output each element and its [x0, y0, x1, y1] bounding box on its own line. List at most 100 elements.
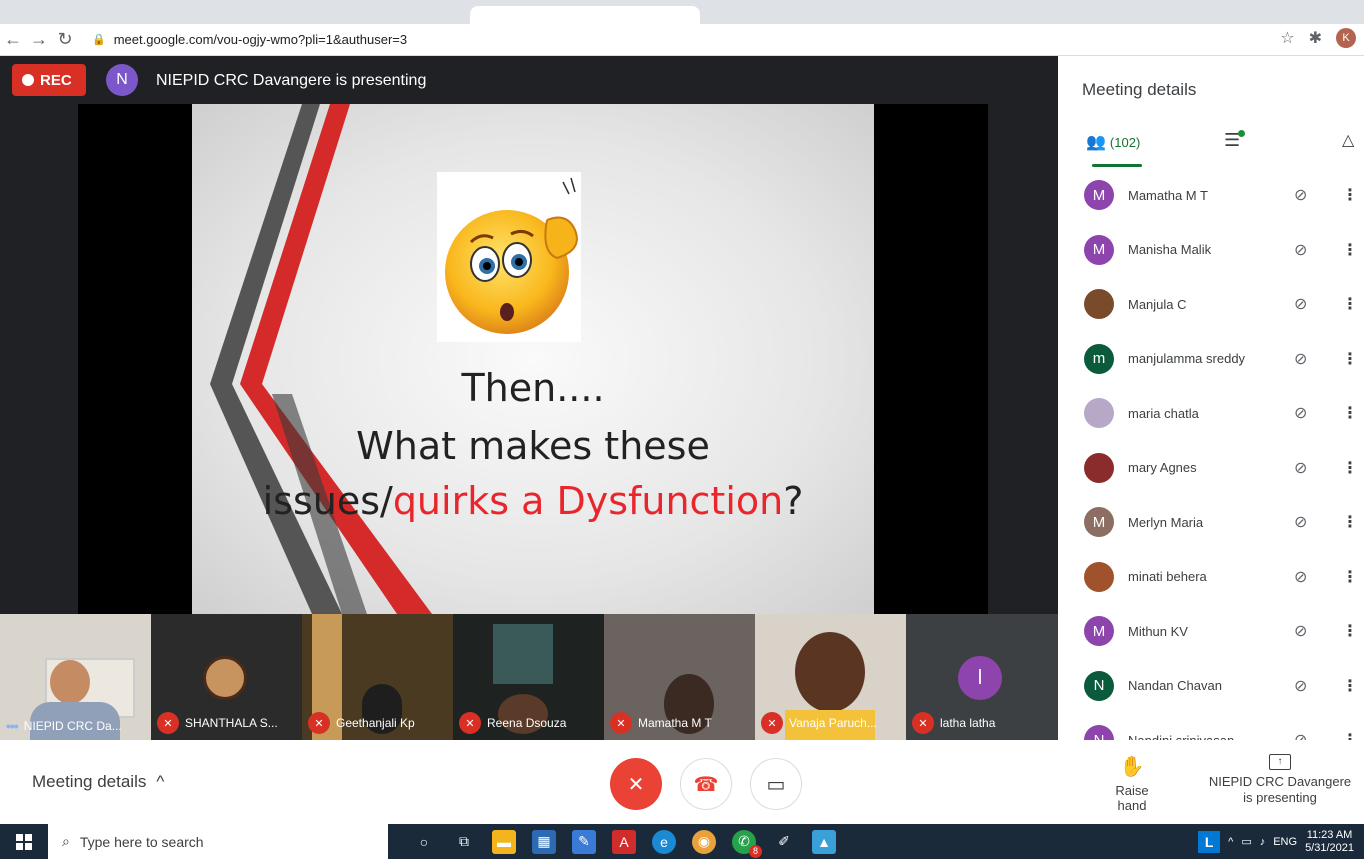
participant-tile[interactable]: ✕ SHANTHALA S...	[151, 614, 302, 740]
paint3d-icon[interactable]: ✐	[772, 830, 796, 854]
participant-tile[interactable]: ✕ Reena Dsouza	[453, 614, 604, 740]
avatar: N	[1084, 725, 1114, 740]
participant-list: M Mamatha M T ⊘ ⋮ M Manisha Malik ⊘ ⋮ Manjula C ⊘…	[1058, 168, 1364, 740]
raise-hand-button[interactable]: ✋ Raise hand	[1100, 754, 1164, 813]
presenter-avatar: N	[106, 64, 138, 96]
participant-name: mary Agnes	[1128, 460, 1197, 476]
mic-muted-icon: ⊘	[1294, 623, 1308, 641]
more-options-icon[interactable]: ⋮	[1342, 676, 1358, 696]
people-icon: 👥	[1086, 134, 1106, 151]
more-options-icon[interactable]: ⋮	[1342, 567, 1358, 587]
language-indicator[interactable]: ENG	[1273, 836, 1297, 848]
file-explorer-icon[interactable]: ▬	[492, 829, 516, 854]
muted-mic-icon: ✕	[912, 712, 934, 734]
participant-row[interactable]: m manjulamma sreddy ⊘ ⋮	[1058, 332, 1364, 387]
more-options-icon[interactable]: ⋮	[1342, 240, 1358, 260]
participant-row[interactable]: M Mamatha M T ⊘ ⋮	[1058, 168, 1364, 223]
reload-icon[interactable]: ↻	[52, 29, 78, 50]
avatar: M	[1084, 616, 1114, 647]
more-options-icon[interactable]: ⋮	[1342, 512, 1358, 532]
participant-row[interactable]: M Merlyn Maria ⊘ ⋮	[1058, 495, 1364, 550]
taskbar-search-box[interactable]: ⌕ Type here to search	[48, 824, 388, 859]
participant-row[interactable]: minati behera ⊘ ⋮	[1058, 550, 1364, 605]
back-icon[interactable]: ←	[0, 29, 26, 50]
mic-muted-icon: ⊘	[1294, 350, 1308, 368]
tile-label: ✕ Mamatha M T	[610, 712, 712, 734]
participant-tile[interactable]: l ✕ latha latha	[906, 614, 1058, 740]
tile-label: ✕ latha latha	[912, 712, 995, 734]
present-now-button[interactable]: ↑ NIEPID CRC Davangere is presenting	[1200, 752, 1360, 806]
volume-icon[interactable]: ♪	[1260, 836, 1266, 848]
browser-toolbar: ← → ↻ 🔒 meet.google.com/vou-ogjy-wmo?pli…	[0, 24, 1364, 56]
participant-row[interactable]: N Nandan Chavan ⊘ ⋮	[1058, 659, 1364, 714]
tile-name: Mamatha M T	[638, 716, 712, 730]
mic-toggle-button[interactable]: ✕	[610, 758, 662, 810]
mic-off-icon: ✕	[627, 773, 645, 796]
network-icon[interactable]: ▭	[1241, 835, 1251, 848]
more-options-icon[interactable]: ⋮	[1342, 185, 1358, 205]
browser-actions: ☆ ✱ K	[1280, 28, 1356, 48]
raise-hand-label: Raise hand	[1115, 783, 1149, 813]
more-options-icon[interactable]: ⋮	[1342, 730, 1358, 740]
participant-name: maria chatla	[1128, 405, 1199, 421]
participant-name: Mithun KV	[1128, 623, 1188, 639]
start-button[interactable]	[0, 824, 48, 859]
recording-badge: REC	[12, 64, 86, 96]
bookmark-star-icon[interactable]: ☆	[1280, 28, 1294, 48]
tile-label: ✕ Geethanjali Kp	[308, 712, 415, 734]
cortana-icon[interactable]: ○	[412, 830, 436, 854]
hang-up-phone-icon: ☎	[693, 773, 719, 796]
show-hidden-icons-icon[interactable]: ^	[1228, 836, 1233, 848]
edge-icon[interactable]: e	[652, 829, 676, 854]
l-app-icon[interactable]: L	[1198, 830, 1221, 853]
active-tab[interactable]	[470, 6, 700, 24]
participant-tile[interactable]: ✕ Geethanjali Kp	[302, 614, 453, 740]
camera-toggle-button[interactable]: ▭	[750, 758, 802, 810]
more-options-icon[interactable]: ⋮	[1342, 294, 1358, 314]
mic-muted-icon: ⊘	[1294, 568, 1308, 586]
meeting-details-toggle[interactable]: Meeting details ^	[32, 772, 164, 792]
tab-chat[interactable]: ☰	[1224, 130, 1246, 151]
clock[interactable]: 11:23 AM 5/31/2021	[1305, 829, 1354, 855]
participant-name: Nandan Chavan	[1128, 678, 1222, 694]
profile-avatar[interactable]: K	[1336, 28, 1356, 48]
tile-name: Geethanjali Kp	[336, 716, 415, 730]
forward-icon[interactable]: →	[26, 29, 52, 50]
chrome-icon[interactable]: ◉	[692, 829, 716, 854]
calculator-icon[interactable]: ▦	[532, 829, 556, 854]
participant-tile[interactable]: ••• NIEPID CRC Da...	[0, 614, 151, 740]
participant-row[interactable]: mary Agnes ⊘ ⋮	[1058, 441, 1364, 496]
mic-muted-icon: ⊘	[1294, 296, 1308, 314]
slide-text-question-mark: ?	[783, 479, 804, 523]
participant-tile[interactable]: ✕ Mamatha M T	[604, 614, 755, 740]
participant-row[interactable]: N Nandini srinivasan ⊘ ⋮	[1058, 713, 1364, 740]
paint-icon[interactable]: ✎	[572, 829, 596, 854]
mic-muted-icon: ⊘	[1294, 459, 1308, 477]
muted-mic-icon: ✕	[459, 712, 481, 734]
photos-icon[interactable]: ▲	[812, 829, 836, 854]
participant-row[interactable]: Manjula C ⊘ ⋮	[1058, 277, 1364, 332]
meeting-details-label: Meeting details	[32, 772, 147, 791]
clock-date: 5/31/2021	[1305, 841, 1354, 854]
participant-row[interactable]: maria chatla ⊘ ⋮	[1058, 386, 1364, 441]
presentation-slide: Then.... What makes these issues/quirks …	[192, 104, 874, 614]
task-view-icon[interactable]: ⧉	[452, 830, 476, 854]
leave-call-button[interactable]: ☎	[680, 758, 732, 810]
participant-row[interactable]: M Mithun KV ⊘ ⋮	[1058, 604, 1364, 659]
participant-tile[interactable]: ✕ Vanaja Paruch...	[755, 614, 906, 740]
search-placeholder: Type here to search	[79, 833, 204, 850]
participant-row[interactable]: M Manisha Malik ⊘ ⋮	[1058, 223, 1364, 278]
tab-people[interactable]: 👥 (102)	[1086, 132, 1140, 152]
tab-activities[interactable]: △	[1342, 130, 1354, 150]
participant-name: Manisha Malik	[1128, 242, 1212, 258]
extensions-puzzle-icon[interactable]: ✱	[1309, 28, 1322, 48]
acrobat-icon[interactable]: A	[612, 829, 636, 854]
more-options-icon[interactable]: ⋮	[1342, 349, 1358, 369]
more-options-icon[interactable]: ⋮	[1342, 458, 1358, 478]
more-options-icon[interactable]: ⋮	[1342, 403, 1358, 423]
more-options-icon[interactable]: ⋮	[1342, 621, 1358, 641]
participant-name: Manjula C	[1128, 296, 1187, 312]
whatsapp-icon[interactable]: ✆ 8	[732, 829, 762, 858]
tile-name: Vanaja Paruch...	[789, 716, 877, 730]
address-bar[interactable]: 🔒 meet.google.com/vou-ogjy-wmo?pli=1&aut…	[88, 27, 1308, 53]
